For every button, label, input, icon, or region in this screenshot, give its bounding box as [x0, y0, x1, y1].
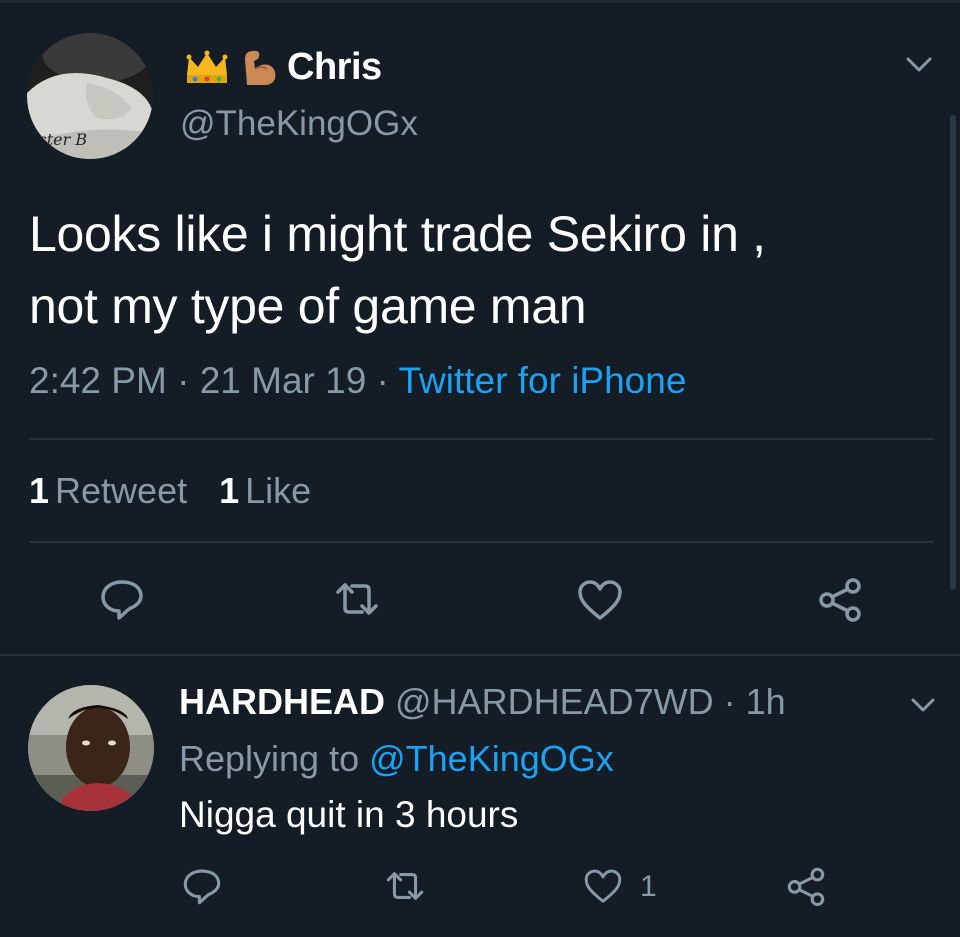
likes-stat[interactable]: 1 Like	[219, 470, 311, 512]
like-label: Like	[245, 470, 312, 511]
share-icon[interactable]	[784, 864, 828, 908]
replying-to: Replying to @TheKingOGx	[179, 738, 614, 780]
tweet-detail-screen: aster B Chris @TheKingOGx Looks like i m…	[0, 0, 960, 937]
reply-like-count: 1	[640, 870, 657, 903]
divider	[29, 541, 933, 543]
tweet-time: 2:42 PM	[29, 360, 167, 401]
replying-to-mention[interactable]: @TheKingOGx	[369, 738, 614, 779]
flexed-biceps-icon	[245, 51, 276, 85]
tweet-source-link[interactable]: Twitter for iPhone	[399, 360, 687, 401]
reply-age: 1h	[745, 681, 786, 722]
divider	[29, 438, 933, 440]
author-handle[interactable]: @TheKingOGx	[180, 104, 418, 144]
retweet-count: 1	[29, 470, 50, 511]
reply-icon[interactable]	[180, 864, 224, 908]
meta-separator: ·	[366, 360, 399, 401]
avatar[interactable]	[28, 685, 154, 811]
top-divider	[0, 0, 960, 3]
like-icon[interactable]	[582, 866, 624, 908]
share-icon[interactable]	[815, 574, 865, 624]
retweets-stat[interactable]: 1 Retweet	[29, 470, 187, 512]
like-icon[interactable]	[575, 576, 625, 626]
tweet-meta: 2:42 PM · 21 Mar 19 · Twitter for iPhone	[29, 360, 686, 402]
like-count: 1	[219, 470, 240, 511]
retweet-icon[interactable]	[383, 864, 427, 908]
meta-separator: ·	[166, 360, 200, 401]
avatar[interactable]: aster B	[27, 33, 153, 159]
tweet-date: 21 Mar 19	[199, 360, 367, 401]
reply-display-name[interactable]: HARDHEAD	[179, 681, 385, 722]
replying-to-prefix: Replying to	[179, 738, 370, 779]
avatar-caption: aster B	[29, 130, 87, 149]
tweet-text: Looks like i might trade Sekiro in , not…	[29, 198, 949, 342]
engagement-stats: 1 Retweet 1 Like	[29, 470, 311, 512]
author-name-row[interactable]: Chris	[183, 44, 382, 90]
tweet-text-line: Looks like i might trade Sekiro in ,	[29, 206, 766, 262]
scrollbar[interactable]	[950, 115, 956, 590]
reply-handle[interactable]: @HARDHEAD7WD	[395, 681, 714, 722]
author-display-name[interactable]: Chris	[287, 46, 382, 89]
retweet-label: Retweet	[55, 470, 188, 511]
reply-text: Nigga quit in 3 hours	[179, 794, 519, 835]
divider	[0, 654, 960, 656]
chevron-down-icon[interactable]	[908, 694, 938, 716]
crown-icon	[186, 50, 228, 83]
reply-separator: ·	[713, 681, 746, 722]
tweet-text-line: not my type of game man	[29, 278, 587, 334]
reply-icon[interactable]	[97, 574, 147, 624]
reply-author-row[interactable]: HARDHEAD @HARDHEAD7WD · 1h	[179, 681, 786, 723]
chevron-down-icon[interactable]	[902, 52, 936, 76]
retweet-icon[interactable]	[332, 574, 382, 624]
